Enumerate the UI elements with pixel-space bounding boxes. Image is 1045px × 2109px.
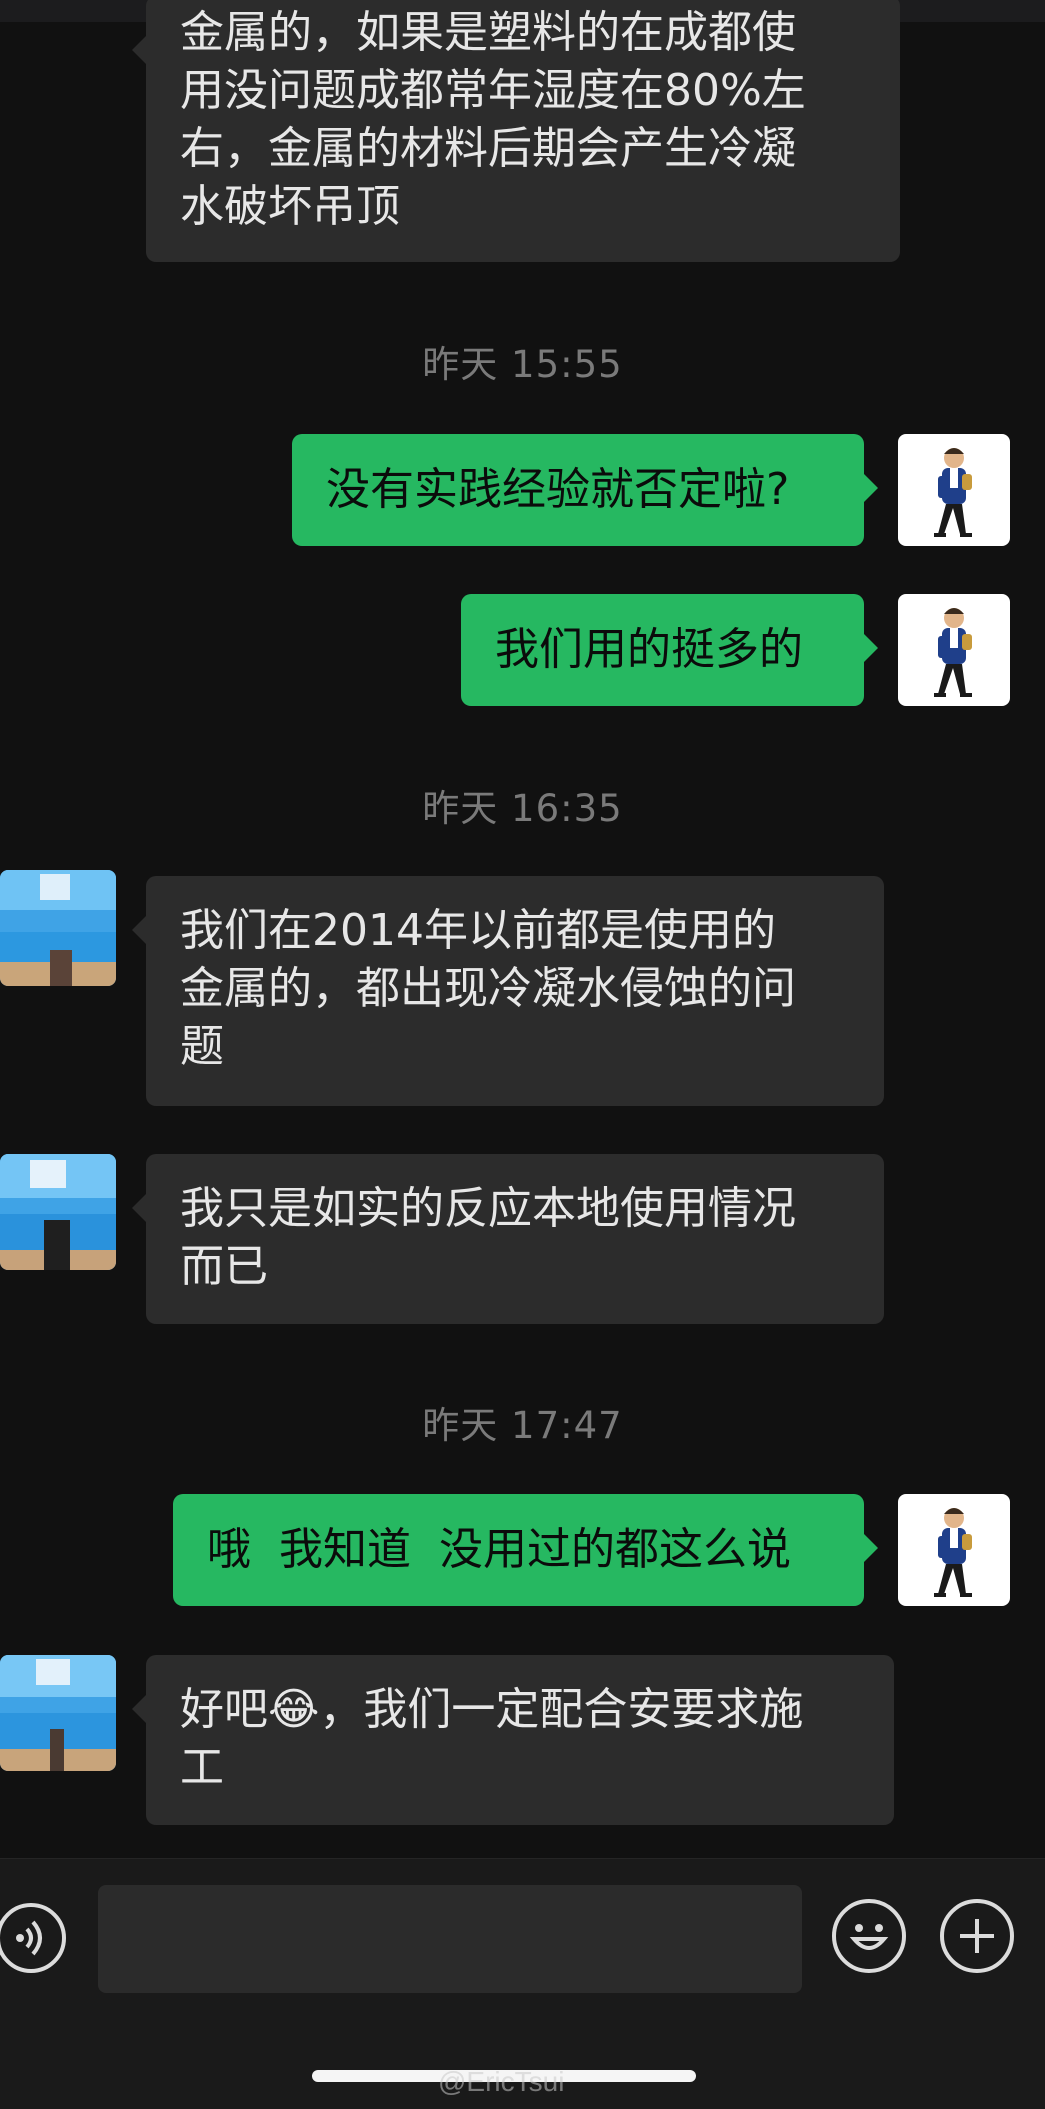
- chat-area[interactable]: 金属的，如果是塑料的在成都使 用没问题成都常年湿度在80%左 右，金属的材料后期…: [0, 0, 1045, 1858]
- sent-message[interactable]: 哦 我知道 没用过的都这么说: [173, 1494, 878, 1606]
- received-message[interactable]: 我们在2014年以前都是使用的 金属的，都出现冷凝水侵蚀的问 题: [132, 876, 884, 1106]
- my-avatar[interactable]: [898, 434, 1010, 546]
- timestamp: 昨天 16:35: [422, 787, 623, 830]
- emoji-button[interactable]: [832, 1899, 906, 1973]
- person-avatar-icon: [934, 1508, 972, 1597]
- message-input[interactable]: [98, 1885, 802, 1993]
- voice-icon: [16, 1920, 42, 1956]
- timestamp: 昨天 15:55: [422, 343, 623, 386]
- received-message[interactable]: 好吧😂，我们一定配合安要求施 工: [132, 1655, 894, 1825]
- received-message[interactable]: 金属的，如果是塑料的在成都使 用没问题成都常年湿度在80%左 右，金属的材料后期…: [132, 0, 900, 262]
- contact-avatar[interactable]: [0, 1154, 116, 1270]
- timestamp: 昨天 17:47: [422, 1404, 623, 1447]
- sent-message[interactable]: 我们用的挺多的: [461, 594, 878, 706]
- plus-button[interactable]: [940, 1899, 1014, 1973]
- my-avatar[interactable]: [898, 594, 1010, 706]
- emoji-icon: [849, 1924, 889, 1950]
- voice-button[interactable]: [0, 1903, 66, 1973]
- person-avatar-icon: [934, 448, 972, 537]
- contact-avatar[interactable]: [0, 870, 116, 986]
- plus-icon: [960, 1919, 994, 1953]
- received-message[interactable]: 我只是如实的反应本地使用情况 而已: [132, 1154, 884, 1324]
- person-avatar-icon: [934, 608, 972, 697]
- my-avatar[interactable]: [898, 1494, 1010, 1606]
- contact-avatar[interactable]: [0, 1655, 116, 1771]
- sent-message[interactable]: 没有实践经验就否定啦?: [292, 434, 878, 546]
- watermark: @EricTsui: [438, 2066, 565, 2097]
